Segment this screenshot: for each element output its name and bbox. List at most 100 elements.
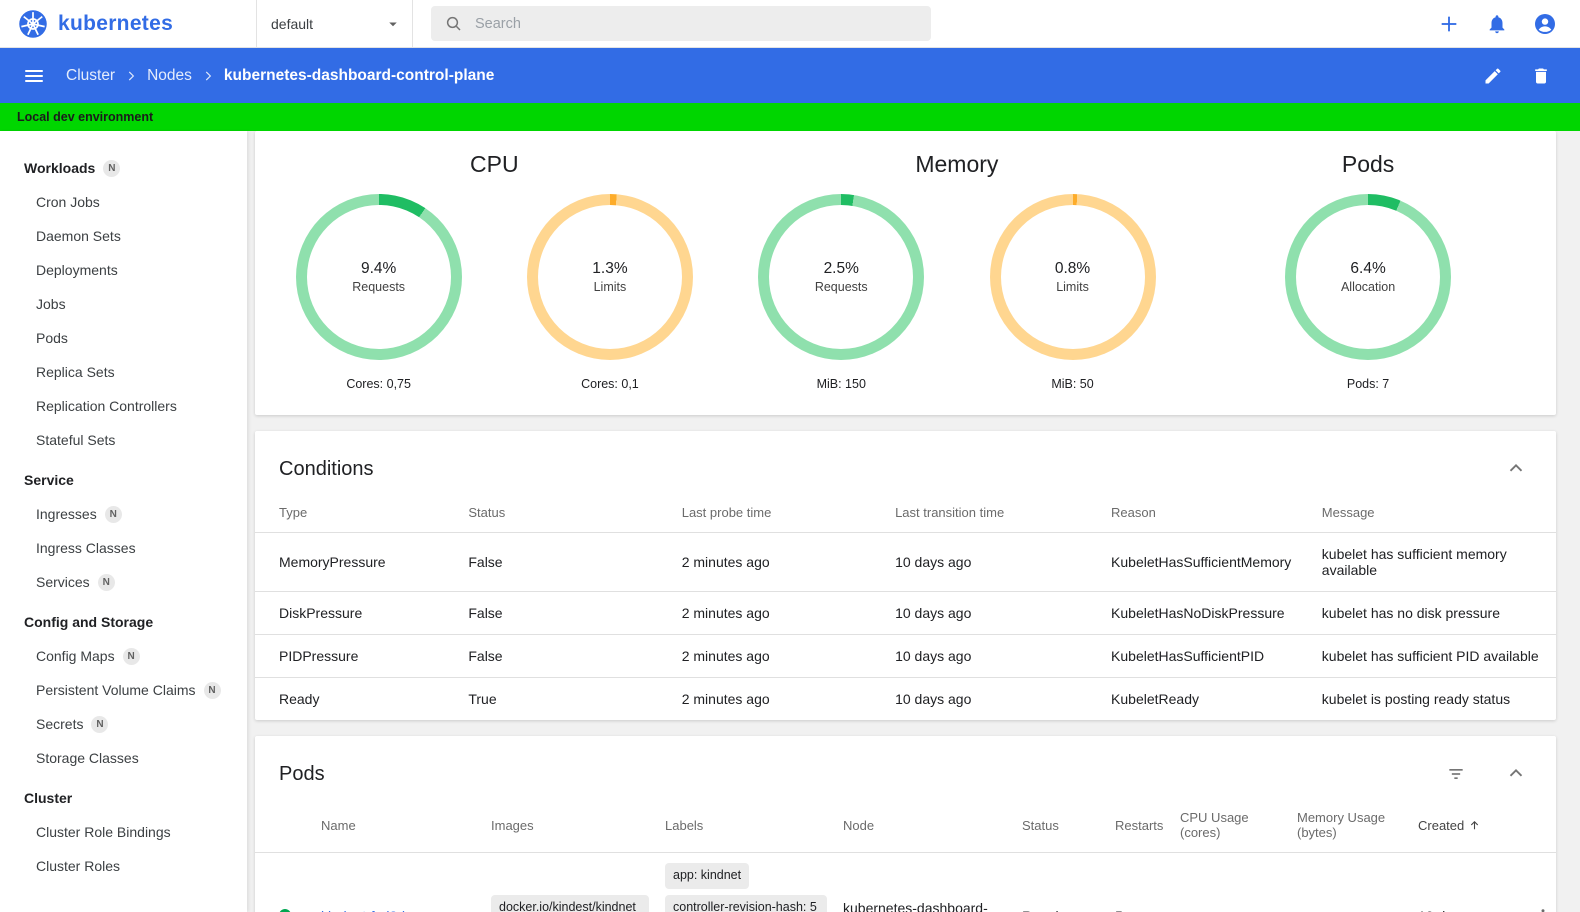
sidebar-item-stateful-sets[interactable]: Stateful Sets — [0, 423, 247, 457]
memory-title: Memory — [915, 151, 999, 177]
donut-chart: 0.8% Limits — [989, 194, 1156, 360]
col-labels: Labels — [665, 802, 843, 853]
col-name[interactable]: Name — [321, 802, 491, 853]
condition-probe-time: 2 minutes ago — [681, 677, 896, 720]
pods-filter-button[interactable] — [1436, 754, 1476, 794]
condition-transition-time: 10 days ago — [895, 591, 1112, 635]
pods-collapse-button[interactable] — [1496, 754, 1536, 794]
sidebar-item-persistent-volume-claims[interactable]: Persistent Volume Claims N — [0, 673, 247, 707]
pod-cpu-usage: - — [1180, 853, 1297, 912]
condition-message: kubelet is posting ready status — [1321, 677, 1556, 720]
sidebar-item-storage-classes[interactable]: Storage Classes — [0, 741, 247, 775]
col-actions — [1528, 802, 1556, 853]
donut-footer: MiB: 150 — [816, 377, 866, 391]
sidebar-item-jobs[interactable]: Jobs — [0, 287, 247, 321]
new-badge: N — [91, 715, 109, 733]
toolbar: Cluster Nodes kubernetes-dashboard-contr… — [0, 48, 1580, 103]
pods-allocation-group: Pods 6.4% Allocation Pods: 7 — [1188, 145, 1548, 391]
condition-probe-time: 2 minutes ago — [681, 554, 770, 570]
condition-type: PIDPressure — [255, 634, 469, 678]
condition-row: DiskPressure False 2 minutes ago 10 days… — [255, 591, 1556, 635]
namespace-select[interactable]: default — [256, 0, 413, 47]
search-input[interactable] — [475, 15, 917, 32]
new-badge: N — [104, 505, 122, 523]
col-created[interactable]: Created — [1418, 802, 1528, 853]
pod-row: kindnet-fmj8d docker.io/kindest/kindnetd… — [255, 853, 1556, 912]
sidebar-section-cluster[interactable]: Cluster — [0, 781, 247, 815]
notifications-button[interactable] — [1477, 4, 1517, 44]
sidebar-item-config-maps[interactable]: Config Maps N — [0, 639, 247, 673]
sidebar-item-replica-sets[interactable]: Replica Sets — [0, 355, 247, 389]
pods-card: Pods Name Images Labels Node Status Rest… — [255, 736, 1556, 912]
pods-title: Pods — [1341, 151, 1395, 177]
sort-ascending-icon — [1468, 819, 1481, 832]
donut-footer: Cores: 0,75 — [346, 377, 411, 391]
sidebar-item-daemon-sets[interactable]: Daemon Sets — [0, 219, 247, 253]
brand-wordmark: kubernetes — [58, 11, 174, 35]
condition-message: kubelet has sufficient memory available — [1321, 546, 1507, 578]
environment-banner-text: Local dev environment — [17, 110, 154, 124]
condition-reason: KubeletHasNoDiskPressure — [1111, 591, 1322, 635]
pod-node: kubernetes-dashboard-control-plane — [843, 900, 988, 912]
conditions-card: Conditions Type Status Last probe time L… — [255, 431, 1556, 720]
pod-restarts: 5 — [1115, 853, 1180, 912]
sidebar-item-cluster-roles[interactable]: Cluster Roles — [0, 849, 247, 883]
chevron-up-icon — [1505, 458, 1527, 480]
condition-transition-time: 10 days ago — [895, 677, 1112, 720]
delete-button[interactable] — [1521, 56, 1561, 96]
condition-reason: KubeletHasSufficientPID — [1111, 634, 1322, 678]
conditions-header-row: Type Status Last probe time Last transit… — [255, 497, 1556, 533]
sidebar-section-workloads[interactable]: Workloads N — [0, 151, 247, 185]
pods-header-row: Name Images Labels Node Status Restarts … — [255, 802, 1556, 853]
breadcrumb-cluster[interactable]: Cluster — [66, 67, 115, 85]
condition-row: Ready True 2 minutes ago 10 days ago Kub… — [255, 677, 1556, 720]
sidebar-item-ingresses[interactable]: Ingresses N — [0, 497, 247, 531]
sidebar-item-services[interactable]: Services N — [0, 565, 247, 599]
condition-status: False — [468, 591, 682, 635]
col-reason: Reason — [1111, 497, 1322, 533]
kubernetes-logo[interactable]: kubernetes — [0, 9, 247, 39]
conditions-collapse-button[interactable] — [1496, 449, 1536, 489]
edit-button[interactable] — [1473, 56, 1513, 96]
sidebar-item-cluster-role-bindings[interactable]: Cluster Role Bindings — [0, 815, 247, 849]
memory-limits-donut: 0.8% Limits MiB: 50 — [989, 194, 1156, 391]
filter-icon — [1446, 764, 1466, 784]
condition-status: False — [468, 554, 503, 570]
sidebar-item-deployments[interactable]: Deployments — [0, 253, 247, 287]
memory-allocation-group: Memory 2.5% Requests MiB: 150 0.8% Limit… — [726, 145, 1189, 391]
sidebar-item-cron-jobs[interactable]: Cron Jobs — [0, 185, 247, 219]
bell-icon — [1486, 13, 1508, 35]
col-cpu-usage: CPU Usage (cores) — [1180, 802, 1297, 853]
pod-image-chip: docker.io/kindest/kindnetd:v20230511-dc7… — [491, 894, 649, 912]
breadcrumb-nodes[interactable]: Nodes — [147, 67, 192, 85]
sidebar-item-ingress-classes[interactable]: Ingress Classes — [0, 531, 247, 565]
chevron-right-icon — [124, 69, 138, 83]
sidebar-item-replication-controllers[interactable]: Replication Controllers — [0, 389, 247, 423]
condition-message: kubelet has sufficient PID available — [1321, 634, 1556, 678]
menu-icon[interactable] — [14, 56, 54, 96]
sidebar-item-pods[interactable]: Pods — [0, 321, 247, 355]
col-status: Status — [1022, 802, 1115, 853]
new-badge: N — [203, 681, 221, 699]
conditions-card-title: Conditions — [279, 457, 374, 480]
cpu-requests-donut: 9.4% Requests Cores: 0,75 — [295, 194, 462, 391]
col-memory-usage: Memory Usage (bytes) — [1297, 802, 1418, 853]
namespace-value: default — [271, 15, 314, 32]
toolbar-actions — [1473, 56, 1566, 96]
account-button[interactable] — [1525, 4, 1565, 44]
sidebar-item-secrets[interactable]: Secrets N — [0, 707, 247, 741]
col-type: Type — [255, 497, 469, 533]
pod-labels: app: kindnet controller-revision-hash: 5… — [665, 863, 827, 912]
sidebar-section-config-storage[interactable]: Config and Storage — [0, 605, 247, 639]
pods-card-title: Pods — [279, 762, 325, 785]
donut-chart: 6.4% Allocation — [1285, 194, 1452, 360]
trash-icon — [1531, 66, 1551, 86]
pod-name-link[interactable]: kindnet-fmj8d — [321, 908, 405, 912]
account-circle-icon — [1533, 12, 1557, 36]
create-button[interactable] — [1429, 4, 1469, 44]
condition-type: DiskPressure — [255, 591, 469, 635]
pod-label-chip: controller-revision-hash: 58f5b657b8 — [665, 894, 827, 912]
col-pod-status-icon — [255, 802, 321, 853]
sidebar-section-service[interactable]: Service — [0, 463, 247, 497]
pod-actions-menu-button[interactable] — [1528, 901, 1558, 912]
